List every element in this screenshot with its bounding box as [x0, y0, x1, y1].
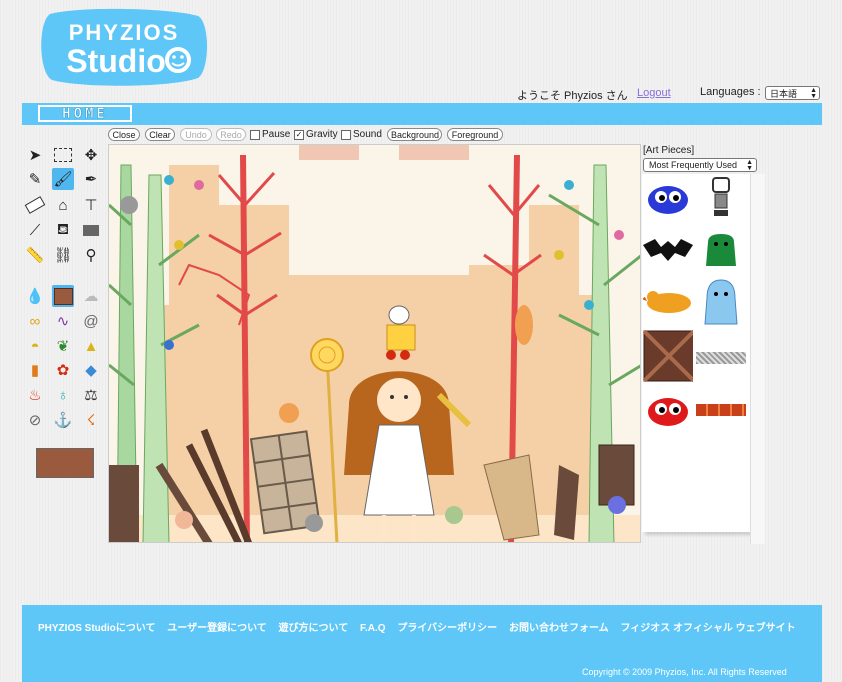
- footer-link-contact[interactable]: お問い合わせフォーム: [509, 623, 609, 634]
- footer-link-how-to-play[interactable]: 遊び方について: [279, 623, 349, 634]
- art-sort-select[interactable]: Most Frequently Used ▲ ▼: [643, 158, 757, 172]
- clear-button[interactable]: Clear: [145, 128, 175, 141]
- foreground-button[interactable]: Foreground: [447, 128, 503, 141]
- footer-link-faq[interactable]: F.A.Q: [360, 623, 386, 634]
- spray-icon[interactable]: ⌂: [52, 194, 74, 216]
- string-icon[interactable]: ∿: [52, 310, 74, 332]
- redo-button[interactable]: Redo: [216, 128, 246, 141]
- eraser-icon[interactable]: [24, 194, 46, 216]
- art-piece-ghost[interactable]: [696, 278, 746, 326]
- art-piece-bat[interactable]: [643, 226, 693, 274]
- select-arrows-icon: ▲ ▼: [746, 159, 753, 172]
- main-nav-bar: [22, 103, 822, 125]
- eyedropper-icon[interactable]: ⚲: [80, 244, 102, 266]
- art-piece-brick-strip[interactable]: [696, 386, 746, 434]
- marquee-select-icon[interactable]: [52, 144, 74, 166]
- pause-checkbox-box[interactable]: [250, 129, 260, 140]
- pen-icon[interactable]: ✒: [80, 168, 102, 190]
- footer-link-registration[interactable]: ユーザー登録について: [167, 623, 267, 634]
- home-tab[interactable]: HOME: [38, 105, 132, 122]
- water-drop-icon[interactable]: 💧: [24, 285, 46, 307]
- art-pieces-label: [Art Pieces]: [643, 145, 695, 156]
- current-color-swatch[interactable]: [36, 448, 94, 478]
- cloud-icon[interactable]: ☁: [80, 285, 102, 307]
- footer-link-about[interactable]: PHYZIOS Studioについて: [38, 623, 155, 634]
- logo-line2: Studio: [66, 43, 166, 79]
- sound-label: Sound: [353, 129, 382, 140]
- art-sort-selected: Most Frequently Used: [649, 160, 738, 170]
- background-button[interactable]: Background: [387, 128, 442, 141]
- ice-block-icon[interactable]: ◆: [80, 359, 102, 381]
- gravity-label: Gravity: [306, 129, 338, 140]
- fire-icon[interactable]: ♨: [24, 384, 46, 406]
- art-piece-wooden-crate[interactable]: [643, 330, 693, 382]
- languages-label: Languages :: [700, 86, 761, 98]
- pause-checkbox[interactable]: Pause: [250, 129, 290, 140]
- art-piece-gray-texture[interactable]: [696, 334, 746, 382]
- sound-checkbox[interactable]: Sound: [341, 129, 382, 140]
- forbidden-icon[interactable]: ⊘: [24, 409, 46, 431]
- roller-icon[interactable]: ⊤: [80, 194, 102, 216]
- art-piece-robot[interactable]: [696, 174, 746, 222]
- barrel-icon[interactable]: ▮: [24, 359, 46, 381]
- balloon-icon[interactable]: ♁: [52, 384, 74, 406]
- fill-bucket-icon[interactable]: ⛾: [52, 219, 74, 241]
- logout-link[interactable]: Logout: [637, 87, 671, 99]
- art-piece-green-creature[interactable]: [696, 226, 746, 274]
- select-arrow-icon[interactable]: ➤: [24, 144, 46, 166]
- brush-icon[interactable]: 🖌: [52, 168, 74, 190]
- pause-label: Pause: [262, 129, 291, 140]
- pin-icon[interactable]: ⚓: [52, 409, 74, 431]
- select-arrows-icon: ▲ ▼: [810, 87, 817, 100]
- brick-material-icon[interactable]: [52, 285, 74, 307]
- footer-links: PHYZIOS Studioについて ユーザー登録について 遊び方について F.…: [38, 619, 805, 634]
- flower-icon[interactable]: ✿: [52, 359, 74, 381]
- rectangle-icon[interactable]: [80, 219, 102, 241]
- language-select[interactable]: 日本語 ▲ ▼: [765, 86, 820, 100]
- art-pieces-scrollbar[interactable]: [750, 174, 765, 544]
- gravity-checkbox-box[interactable]: ✓: [294, 129, 304, 140]
- close-button[interactable]: Close: [108, 128, 140, 141]
- art-piece-duck[interactable]: [643, 278, 693, 326]
- canvas-scene: [109, 145, 640, 542]
- jelly-icon[interactable]: ◓: [24, 335, 46, 357]
- rope-icon[interactable]: ∞: [24, 310, 46, 332]
- spiral-icon[interactable]: @: [80, 310, 102, 332]
- logo-line1: PHYZIOS: [69, 20, 180, 45]
- gravity-checkbox[interactable]: ✓ Gravity: [294, 129, 338, 140]
- drawing-canvas[interactable]: [108, 144, 641, 543]
- language-selected-value: 日本語: [770, 88, 798, 99]
- weight-icon[interactable]: ⚖: [80, 384, 102, 406]
- art-piece-red-blob[interactable]: [643, 386, 693, 434]
- pencil-icon[interactable]: ✎: [24, 168, 46, 190]
- copyright-text: Copyright © 2009 Phyzios, Inc. All Right…: [582, 667, 787, 677]
- phyzios-studio-logo[interactable]: PHYZIOS Studio: [40, 8, 208, 86]
- chain-icon[interactable]: ⛓: [52, 244, 74, 266]
- sound-checkbox-box[interactable]: [341, 129, 351, 140]
- art-piece-blue-blob[interactable]: [643, 174, 693, 222]
- undo-button[interactable]: Undo: [180, 128, 212, 141]
- knife-icon[interactable]: ⟋: [24, 219, 46, 241]
- ruler-icon[interactable]: 📏: [24, 244, 46, 266]
- welcome-message: ようこそ Phyzios さん: [517, 90, 628, 102]
- runner-icon[interactable]: ☇: [80, 409, 102, 431]
- pyramid-icon[interactable]: ▲: [80, 335, 102, 357]
- move-icon[interactable]: ✥: [80, 144, 102, 166]
- home-tab-label: HOME: [62, 106, 108, 122]
- footer-link-official-site[interactable]: フィジオス オフィシャル ウェブサイト: [620, 623, 795, 634]
- plant-icon[interactable]: ❦: [52, 335, 74, 357]
- footer-link-privacy[interactable]: プライバシーポリシー: [397, 623, 497, 634]
